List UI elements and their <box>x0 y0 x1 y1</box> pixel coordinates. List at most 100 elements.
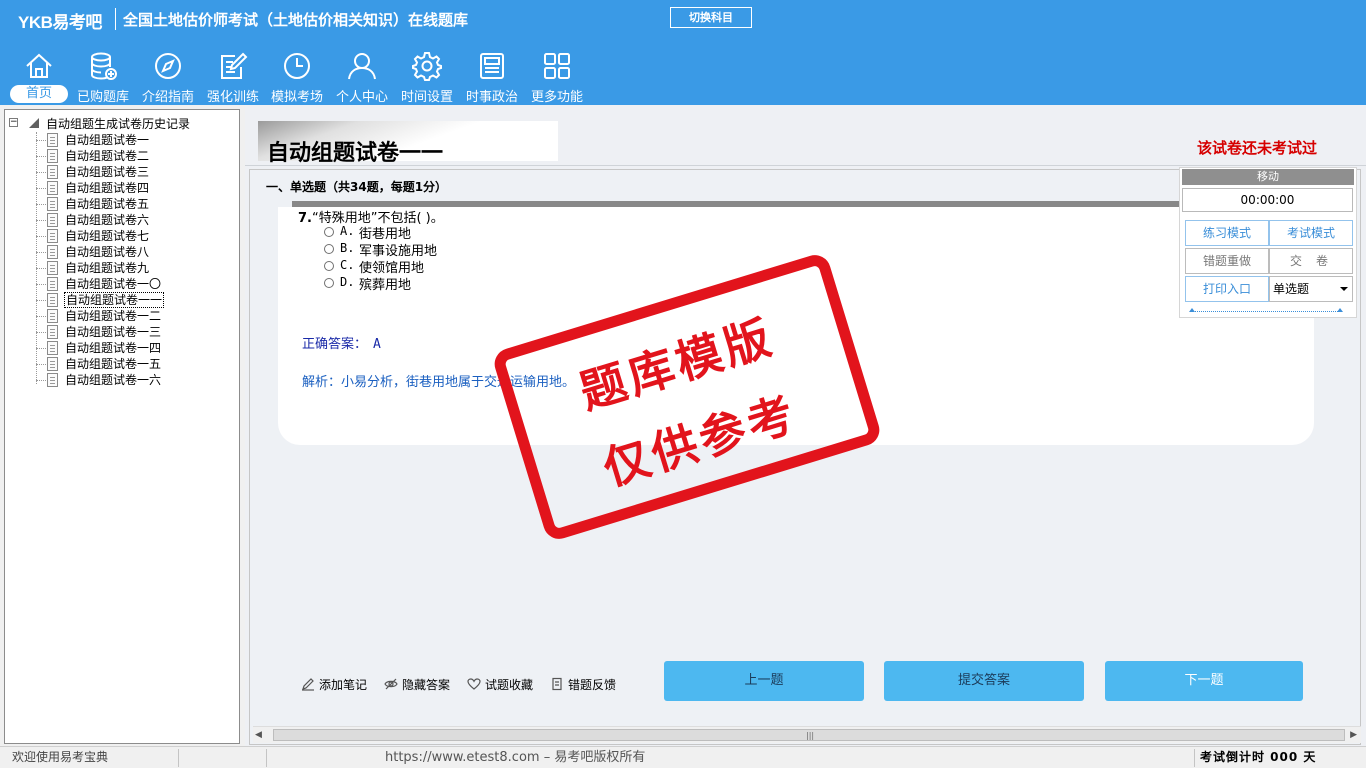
tree-guide-line <box>36 140 46 141</box>
nav-training[interactable]: 强化训练 <box>202 48 264 105</box>
tree-guide-line <box>36 364 46 365</box>
nav-home[interactable]: 首页 <box>8 48 70 104</box>
next-question-button[interactable]: 下一题 <box>1105 661 1303 701</box>
status-welcome: 欢迎使用易考宝典 <box>12 750 109 764</box>
user-icon <box>348 53 376 80</box>
nav-label: 时事政治 <box>465 90 518 105</box>
question-number: 7. <box>298 211 312 226</box>
feedback-icon <box>552 677 562 691</box>
divider <box>245 165 1366 166</box>
document-icon <box>47 245 58 259</box>
option-text: 殡葬用地 <box>359 278 412 293</box>
tree-guide-line <box>36 284 46 285</box>
left-panel: − 自动组题生成试卷历史记录 自动组题试卷一 自动组题试卷二 自动组题试卷三 自动组题… <box>0 105 245 746</box>
tool-label: 添加笔记 <box>319 678 368 692</box>
status-copyright: https://www.etest8.com – 易考吧版权所有 <box>385 750 646 765</box>
radio-button[interactable] <box>324 261 334 271</box>
nav-current-affairs[interactable]: 时事政治 <box>461 48 523 105</box>
nav-label: 首页 <box>10 85 68 103</box>
exam-status-text: 该试卷还未考试过 <box>1197 139 1318 157</box>
tree-guide-line <box>36 252 46 253</box>
scroll-thumb[interactable]: ||| <box>273 729 1345 741</box>
redo-wrong-button[interactable]: 错题重做 <box>1185 248 1269 274</box>
document-icon <box>47 277 58 291</box>
tree-item-label: 自动组题试卷九 <box>65 261 150 275</box>
tree-guide-line <box>36 156 46 157</box>
status-separator <box>178 749 179 767</box>
heart-icon <box>467 678 481 690</box>
document-icon <box>47 325 58 339</box>
tree-item-label: 自动组题试卷五 <box>65 197 150 211</box>
tree-item-label: 自动组题试卷一五 <box>65 357 162 371</box>
nav-label: 更多功能 <box>530 90 583 105</box>
nav-purchased-banks[interactable]: 已购题库 <box>72 48 134 105</box>
radio-button[interactable] <box>324 278 334 288</box>
option-letter: C. <box>340 258 355 272</box>
practice-mode-button[interactable]: 练习模式 <box>1185 220 1269 246</box>
gear-icon <box>412 52 442 81</box>
tree-item-label: 自动组题试卷四 <box>65 181 150 195</box>
submit-paper-button[interactable]: 交卷 <box>1269 248 1353 274</box>
grid-icon <box>544 53 570 79</box>
tree-root-label: 自动组题生成试卷历史记录 <box>46 117 191 131</box>
tree-item-label: 自动组题试卷二 <box>65 149 150 163</box>
document-icon <box>47 229 58 243</box>
tool-label: 试题收藏 <box>485 678 534 692</box>
tree-item-label: 自动组题试卷一一 <box>64 292 165 308</box>
database-icon <box>91 52 117 80</box>
section-header: 一、单选题（共34题，每题1分） <box>266 180 448 194</box>
document-icon <box>47 181 58 195</box>
panel-scroll-indicator <box>1189 308 1343 312</box>
collapse-icon[interactable]: − <box>9 118 18 127</box>
tree-item-label: 自动组题试卷一 <box>65 133 150 147</box>
document-icon <box>47 165 58 179</box>
home-icon <box>26 53 52 78</box>
print-entry-button[interactable]: 打印入口 <box>1185 276 1269 302</box>
exam-timer: 00:00:00 <box>1182 188 1353 212</box>
nav-time-settings[interactable]: 时间设置 <box>396 48 458 105</box>
scroll-right-icon[interactable]: ▶ <box>1350 730 1357 740</box>
clock-icon <box>284 53 310 79</box>
nav-label: 介绍指南 <box>141 90 194 105</box>
pencil-icon <box>302 678 314 691</box>
document-icon <box>47 341 58 355</box>
status-separator <box>1194 749 1195 767</box>
brand-logo: YKB易考吧 <box>18 13 102 32</box>
nav-more-functions[interactable]: 更多功能 <box>526 48 588 105</box>
previous-question-button[interactable]: 上一题 <box>664 661 864 701</box>
option-letter: A. <box>340 224 355 238</box>
nav-label: 已购题库 <box>76 90 129 105</box>
nav-guide[interactable]: 介绍指南 <box>137 48 199 105</box>
nav-personal-center[interactable]: 个人中心 <box>331 48 393 105</box>
document-icon <box>47 197 58 211</box>
tree-guide-line <box>36 316 46 317</box>
question-type-value: 单选题 <box>1273 282 1310 296</box>
answer-value: A <box>373 337 381 352</box>
nav-label: 个人中心 <box>335 90 388 105</box>
tree-guide-line <box>36 300 46 301</box>
exam-mode-button[interactable]: 考试模式 <box>1269 220 1353 246</box>
radio-button[interactable] <box>324 227 334 237</box>
document-icon <box>47 133 58 147</box>
paper-title: 自动组题试卷一一 <box>267 141 444 166</box>
tree-item-label: 自动组题试卷六 <box>65 213 150 227</box>
answer-label: 正确答案： <box>302 337 368 352</box>
tree-guide-line <box>36 188 46 189</box>
submit-answer-button[interactable]: 提交答案 <box>884 661 1084 701</box>
horizontal-scrollbar[interactable]: ◀ ||| ▶ <box>253 726 1361 743</box>
app-title: 全国土地估价师考试（土地估价相关知识）在线题库 <box>123 11 469 29</box>
nav-mock-exam[interactable]: 模拟考场 <box>266 48 328 105</box>
folder-triangle-icon <box>29 118 39 128</box>
move-handle[interactable]: 移动 <box>1182 169 1354 185</box>
question-type-select[interactable]: 单选题 <box>1269 276 1353 302</box>
scroll-left-icon[interactable]: ◀ <box>255 730 262 740</box>
tree-item-label: 自动组题试卷七 <box>65 229 150 243</box>
tree-item-label: 自动组题试卷一六 <box>65 373 162 387</box>
radio-button[interactable] <box>324 244 334 254</box>
grip-icon: ||| <box>806 731 815 740</box>
tree-guide-line <box>36 172 46 173</box>
tree-guide-line <box>36 332 46 333</box>
exam-control-panel: 移动 00:00:00 练习模式 考试模式 错题重做 交卷 打印入口 单选题 <box>1179 167 1357 318</box>
switch-subject-button[interactable]: 切换科目 <box>670 7 752 28</box>
tree-guide-line <box>36 236 46 237</box>
